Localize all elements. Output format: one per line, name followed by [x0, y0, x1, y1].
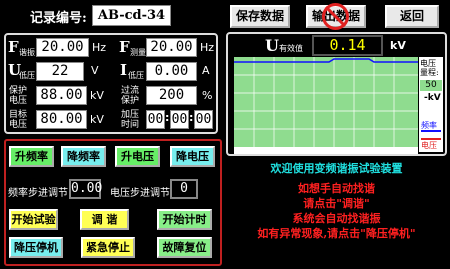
volt-down-button[interactable]: 降电压	[170, 146, 215, 167]
i-low-sub: 低压	[128, 71, 144, 80]
emergency-stop-button[interactable]: 紧急停止	[81, 237, 135, 258]
waveform-chart	[234, 57, 418, 147]
f-measure-value: 20.00	[146, 38, 197, 57]
f-adjust-unit: Hz	[92, 41, 107, 54]
freq-step-input[interactable]: 0.00	[69, 179, 102, 199]
protect-voltage-label-1: 保护	[9, 86, 28, 96]
boost-time-seconds[interactable]: 00	[194, 110, 213, 129]
boost-time-label-2: 时间	[121, 120, 140, 130]
hint-line-1: 如想手自动找谐	[298, 182, 375, 195]
i-low-value: 0.00	[146, 62, 197, 81]
f-adjust-symbol: F	[8, 38, 19, 56]
overflow-protect-value[interactable]: 200	[146, 86, 197, 105]
boost-time-label-1: 加压	[121, 110, 140, 120]
range-max-input[interactable]: 50	[420, 80, 442, 91]
target-voltage-unit: kV	[90, 113, 104, 126]
volt-up-button[interactable]: 升电压	[115, 146, 160, 167]
tune-button[interactable]: 调 谐	[80, 209, 129, 230]
u-low-unit: V	[91, 64, 99, 77]
f-measure-unit: Hz	[200, 41, 215, 54]
back-button[interactable]: 返回	[385, 5, 439, 28]
u-low-value: 22	[36, 62, 84, 81]
boost-time-hours[interactable]: 00	[146, 110, 165, 129]
volt-step-input[interactable]: 0	[170, 179, 198, 199]
i-low-unit: A	[202, 64, 210, 77]
save-data-button[interactable]: 保存数据	[230, 5, 290, 28]
display-unit: kV	[390, 39, 406, 52]
range-label-2: 量程:	[420, 68, 439, 77]
volt-legend-label: 电压	[421, 141, 437, 150]
time-colon-2: :	[189, 111, 194, 124]
start-timer-button[interactable]: 开始计时	[157, 209, 212, 230]
record-number-field[interactable]: AB-cd-34	[92, 5, 171, 26]
range-label: 电压 量程:	[420, 59, 439, 77]
protect-voltage-label-2: 电压	[9, 96, 28, 106]
f-measure-symbol: F	[119, 38, 130, 56]
overflow-protect-label-1: 过流	[121, 86, 140, 96]
freq-step-label: 频率步进调节	[8, 188, 68, 199]
range-label-1: 电压	[420, 59, 436, 68]
boost-time-label: 加压 时间	[121, 110, 139, 130]
u-low-sub: 低压	[19, 71, 35, 80]
hint-line-3: 系统会自动找谐振	[292, 212, 381, 225]
target-voltage-value[interactable]: 80.00	[36, 110, 87, 129]
hint-line-4: 如有异常现象,请点击"降压停机"	[257, 227, 416, 240]
volt-step-label: 电压步进调节	[110, 188, 170, 199]
step-down-stop-button[interactable]: 降压停机	[9, 237, 63, 258]
f-measure-sub: 测量	[130, 48, 146, 57]
chart-grid	[234, 57, 418, 147]
range-min-label: -kV	[424, 93, 441, 103]
record-number-label: 记录编号:	[30, 11, 87, 26]
hint-line-2: 请点击"调谐"	[303, 197, 370, 210]
fault-reset-button[interactable]: 故障复位	[157, 237, 212, 258]
waveform-svg	[234, 57, 418, 147]
protect-voltage-value[interactable]: 88.00	[36, 86, 87, 105]
freq-up-button[interactable]: 升频率	[9, 146, 54, 167]
display-value: 0.14	[312, 35, 383, 56]
chart-baseline	[234, 147, 418, 154]
freq-down-button[interactable]: 降频率	[61, 146, 106, 167]
display-sub: 有效值	[279, 44, 303, 53]
target-voltage-label: 目标 电压	[9, 110, 27, 130]
overflow-protect-label: 过流 保护	[121, 86, 139, 106]
frequency-trace	[234, 58, 418, 63]
i-low-symbol: I	[120, 61, 128, 79]
prohibited-icon	[322, 3, 349, 30]
target-voltage-label-1: 目标	[9, 110, 28, 120]
overflow-protect-unit: %	[202, 89, 213, 102]
protect-voltage-label: 保护 电压	[9, 86, 27, 106]
target-voltage-label-2: 电压	[9, 120, 28, 130]
start-test-button[interactable]: 开始试验	[9, 209, 58, 230]
welcome-message: 欢迎使用变频谐振试验装置	[270, 162, 403, 175]
display-symbol: U	[265, 36, 279, 55]
volt-legend-swatch	[421, 138, 441, 140]
protect-voltage-unit: kV	[90, 89, 104, 102]
time-colon-1: :	[165, 111, 170, 124]
boost-time-minutes[interactable]: 00	[170, 110, 189, 129]
overflow-protect-label-2: 保护	[121, 96, 140, 106]
freq-legend-swatch	[421, 130, 441, 132]
f-adjust-sub: 谐振	[19, 48, 35, 57]
f-adjust-value[interactable]: 20.00	[36, 38, 89, 57]
